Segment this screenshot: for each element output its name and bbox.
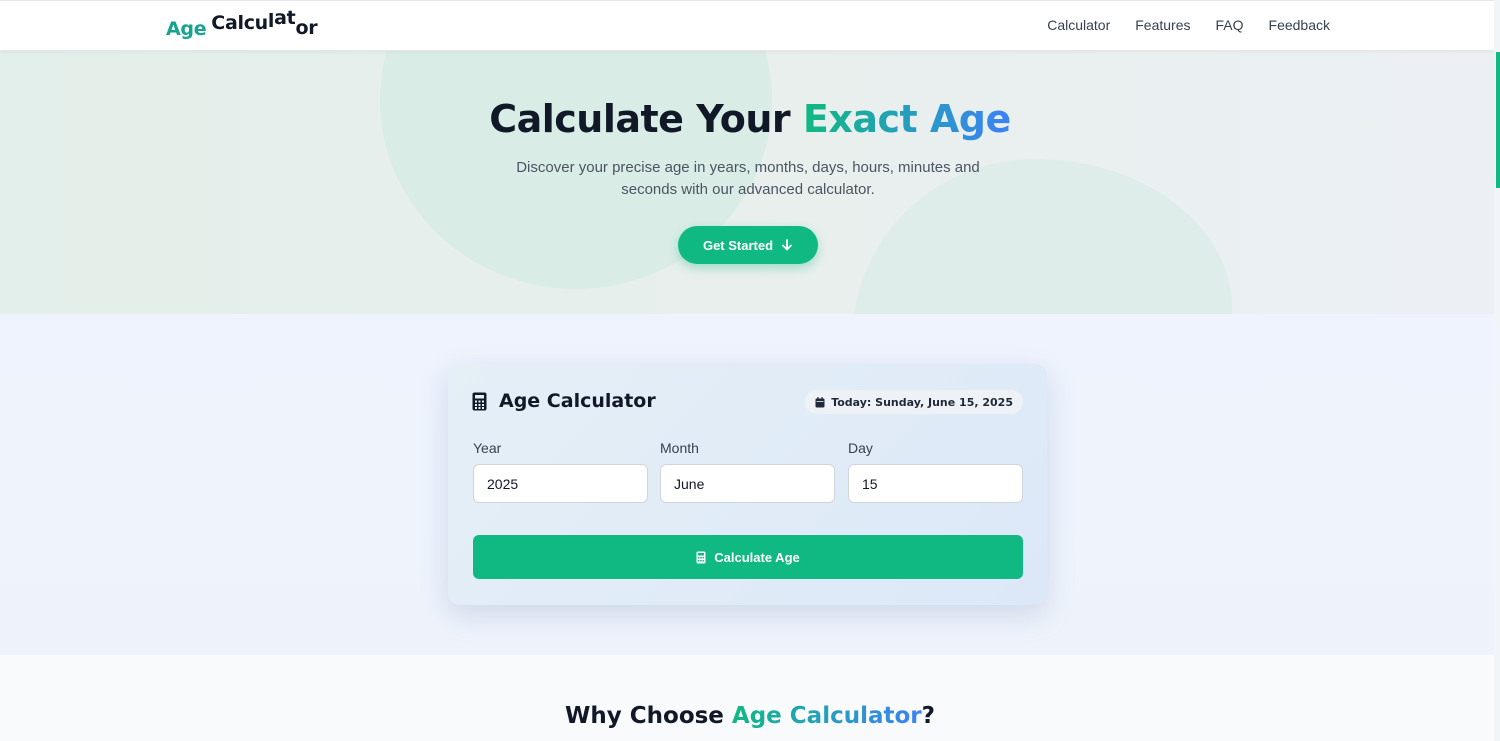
calculate-age-label: Calculate Age [714, 549, 800, 565]
features-title: Why Choose Age Calculator? [0, 703, 1500, 729]
features-title-highlight: Age Calculator [731, 703, 922, 729]
month-label: Month [660, 440, 699, 456]
get-started-button[interactable]: Get Started [678, 226, 818, 264]
nav-link-calculator[interactable]: Calculator [1047, 17, 1110, 33]
logo-age: Age [166, 18, 207, 40]
year-field: Year 2025 [473, 440, 648, 503]
year-label: Year [473, 440, 502, 456]
year-input[interactable]: 2025 [473, 464, 648, 503]
nav-link-feedback[interactable]: Feedback [1269, 17, 1330, 33]
hero-title: Calculate Your Exact Age [0, 97, 1500, 141]
today-label: Today: Sunday, June 15, 2025 [831, 395, 1013, 409]
top-navbar: Age Calculator Calculator Features FAQ F… [0, 0, 1500, 51]
day-label: Day [848, 440, 873, 456]
calculator-icon [472, 392, 487, 410]
features-title-start: Why Choose [565, 703, 732, 729]
arrow-down-icon [782, 239, 792, 251]
nav-link-faq[interactable]: FAQ [1216, 17, 1244, 33]
calculate-age-button[interactable]: Calculate Age [473, 535, 1023, 579]
nav-link-features[interactable]: Features [1135, 17, 1190, 33]
logo-calculator: Calculator [211, 7, 318, 39]
day-field: Day 15 [848, 440, 1023, 503]
calendar-icon [815, 396, 825, 407]
features-section: Why Choose Age Calculator? [0, 655, 1500, 741]
hero-section: Calculate Your Exact Age Discover your p… [0, 51, 1500, 314]
nav-links: Calculator Features FAQ Feedback [1047, 17, 1330, 33]
logo[interactable]: Age Calculator [166, 7, 318, 40]
card-title-text: Age Calculator [499, 390, 656, 412]
hero-title-plain: Calculate Your [489, 97, 803, 141]
hero-title-highlight: Exact Age [802, 97, 1011, 141]
calculator-icon [696, 551, 706, 563]
calculator-section: Age Calculator Today: Sunday, June 15, 2… [0, 314, 1500, 655]
day-input[interactable]: 15 [848, 464, 1023, 503]
get-started-label: Get Started [702, 237, 774, 253]
month-select[interactable]: June [660, 464, 835, 503]
hero-subtitle: Discover your precise age in years, mont… [516, 159, 980, 198]
scrollbar-thumb[interactable] [1496, 52, 1500, 188]
page-scrollbar[interactable] [1494, 0, 1500, 741]
month-field: Month June [660, 440, 835, 503]
features-title-end: ? [921, 703, 935, 729]
card-title: Age Calculator [472, 390, 656, 412]
calculator-card: Age Calculator Today: Sunday, June 15, 2… [448, 364, 1047, 605]
today-badge: Today: Sunday, June 15, 2025 [805, 390, 1023, 414]
